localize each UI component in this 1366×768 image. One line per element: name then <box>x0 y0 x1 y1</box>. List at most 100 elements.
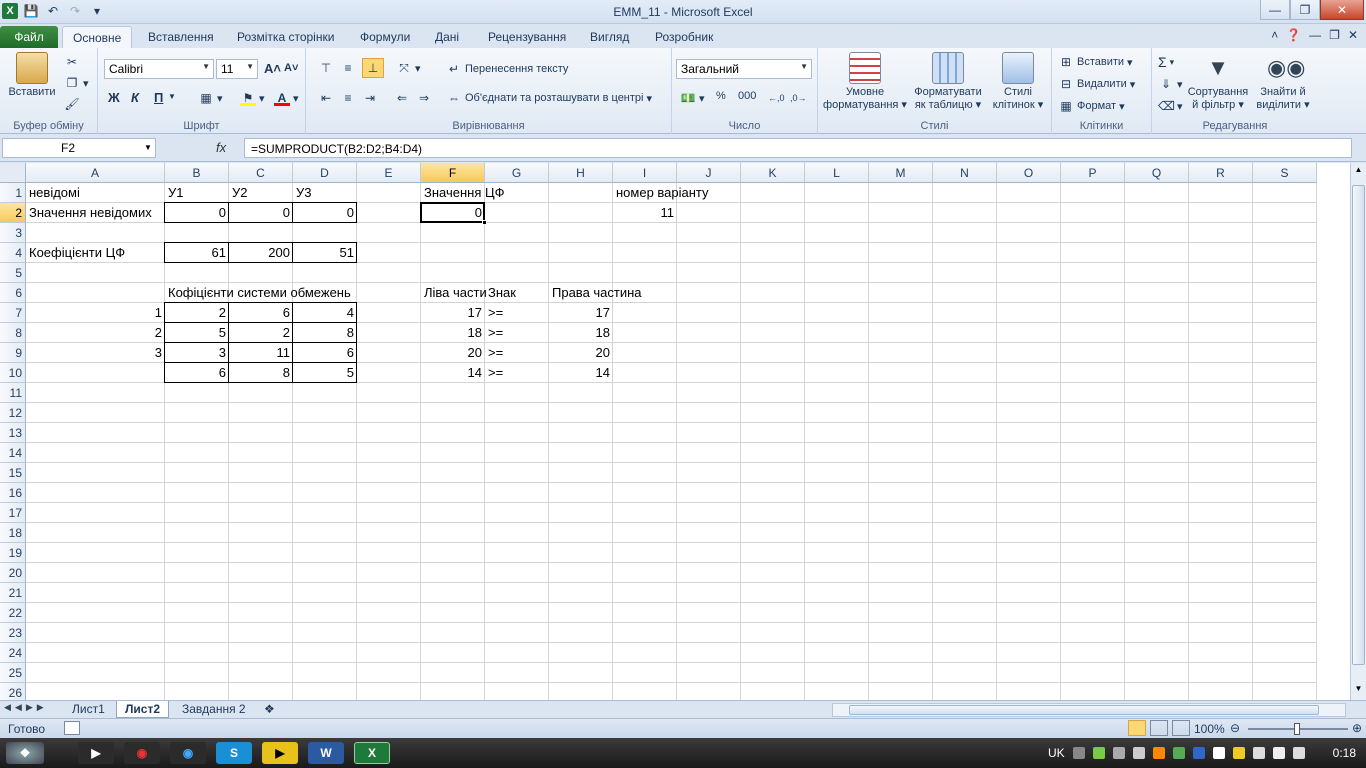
tab-data[interactable]: Дані <box>425 26 469 48</box>
column-header-i[interactable]: I <box>613 163 677 183</box>
cell-c4[interactable]: 200 <box>229 243 293 263</box>
cell-a9[interactable]: 3 <box>26 343 165 363</box>
doc-restore-icon[interactable]: ❐ <box>1329 28 1340 42</box>
name-box-dropdown-icon[interactable]: ▼ <box>144 143 152 152</box>
column-header-j[interactable]: J <box>677 163 741 183</box>
doc-minimize-icon[interactable]: — <box>1309 28 1321 42</box>
row-header-9[interactable]: 9 <box>0 343 26 363</box>
cut-icon[interactable]: ✂ <box>64 54 80 70</box>
cell-d1[interactable]: У3 <box>293 183 357 203</box>
font-size-select[interactable]: 11 ▼ <box>216 59 258 79</box>
column-header-m[interactable]: M <box>869 163 933 183</box>
horizontal-scroll-thumb[interactable] <box>849 705 1319 715</box>
tab-home[interactable]: Основне <box>62 26 133 48</box>
cell-b9[interactable]: 3 <box>165 343 229 363</box>
row-header-11[interactable]: 11 <box>0 383 26 403</box>
active-cell-selection[interactable] <box>420 202 485 223</box>
excel-taskbar-icon[interactable]: X <box>354 742 390 764</box>
page-break-view-icon[interactable] <box>1172 720 1190 736</box>
cell-g10[interactable]: >= <box>485 363 549 383</box>
column-header-f[interactable]: F <box>421 163 485 183</box>
column-header-c[interactable]: C <box>229 163 293 183</box>
row-header-20[interactable]: 20 <box>0 563 26 583</box>
row-header-12[interactable]: 12 <box>0 403 26 423</box>
conditional-formatting-button[interactable]: Умовне форматування ▾ <box>822 52 908 112</box>
format-cells-button[interactable]: ▦ Формат ▾ <box>1058 98 1124 114</box>
volume-icon[interactable] <box>1132 747 1145 759</box>
column-header-p[interactable]: P <box>1061 163 1125 183</box>
doc-close-icon[interactable]: ✕ <box>1348 28 1358 42</box>
align-middle-icon[interactable]: ≡ <box>340 60 356 76</box>
row-header-13[interactable]: 13 <box>0 423 26 443</box>
cell-a2[interactable]: Значення невідомих <box>26 203 165 223</box>
number-format-select[interactable]: Загальний ▼ <box>676 59 812 79</box>
battery-icon[interactable] <box>1272 747 1285 759</box>
tab-insert[interactable]: Вставлення <box>138 26 224 48</box>
tray-icon-2[interactable] <box>1092 747 1105 759</box>
tray-icon-8[interactable] <box>1212 747 1225 759</box>
tray-icon-5[interactable] <box>1152 747 1165 759</box>
page-layout-view-icon[interactable] <box>1150 720 1168 736</box>
cell-d7[interactable]: 4 <box>293 303 357 323</box>
select-all-corner[interactable] <box>0 163 26 183</box>
cell-b8[interactable]: 5 <box>165 323 229 343</box>
cell-f6[interactable]: Ліва части <box>421 283 487 303</box>
sheet-tab-2[interactable]: Лист2 <box>116 701 170 718</box>
cell-f8[interactable]: 18 <box>421 323 485 343</box>
format-painter-icon[interactable]: 🖌 <box>64 96 80 112</box>
percent-button[interactable]: % <box>716 90 726 102</box>
cell-d9[interactable]: 6 <box>293 343 357 363</box>
tab-page-layout[interactable]: Розмітка сторінки <box>227 26 344 48</box>
spreadsheet-grid[interactable]: A B C D E F G H I J K L M N O P Q R S 1 2 3 4 5 6 7 8 9 10 11 12 13 14 15… <box>0 163 1350 700</box>
zoom-slider-thumb[interactable] <box>1294 723 1300 735</box>
insert-function-icon[interactable]: fx <box>216 140 226 155</box>
cell-b6[interactable]: Кофіцієнти системи обмежень <box>165 283 351 303</box>
torrent-icon[interactable] <box>1172 747 1185 759</box>
borders-icon[interactable]: ▦ ▾ <box>198 90 222 106</box>
accounting-format-icon[interactable]: 💵 ▾ <box>680 90 705 106</box>
zoom-level[interactable]: 100% <box>1194 722 1225 736</box>
row-header-23[interactable]: 23 <box>0 623 26 643</box>
cell-f7[interactable]: 17 <box>421 303 485 323</box>
row-header-21[interactable]: 21 <box>0 583 26 603</box>
wrap-text-button[interactable]: ↵ Перенесення тексту <box>446 61 568 77</box>
cell-h6[interactable]: Права частина <box>549 283 642 303</box>
cell-a1[interactable]: невідомі <box>26 183 165 203</box>
tab-developer[interactable]: Розробник <box>645 26 723 48</box>
new-sheet-icon[interactable]: ❖ <box>256 701 283 718</box>
insert-cells-button[interactable]: ⊞ Вставити ▾ <box>1058 54 1133 70</box>
delete-cells-button[interactable]: ⊟ Видалити ▾ <box>1058 76 1135 92</box>
cell-b4[interactable]: 61 <box>165 243 229 263</box>
font-name-select[interactable]: Calibri ▼ <box>104 59 214 79</box>
vertical-scroll-thumb[interactable] <box>1352 185 1365 665</box>
column-header-o[interactable]: O <box>997 163 1061 183</box>
cell-d2[interactable]: 0 <box>293 203 357 223</box>
row-header-14[interactable]: 14 <box>0 443 26 463</box>
cell-c10[interactable]: 8 <box>229 363 293 383</box>
zoom-out-icon[interactable]: ⊖ <box>1230 721 1240 735</box>
sheet-tab-1[interactable]: Лист1 <box>64 701 113 718</box>
tray-icon-9[interactable] <box>1232 747 1245 759</box>
cell-f1[interactable]: Значення ЦФ <box>421 183 505 203</box>
column-header-q[interactable]: Q <box>1125 163 1189 183</box>
column-header-d[interactable]: D <box>293 163 357 183</box>
row-header-2[interactable]: 2 <box>0 203 26 223</box>
cell-a8[interactable]: 2 <box>26 323 165 343</box>
thousands-button[interactable]: 000 <box>738 90 756 102</box>
row-header-18[interactable]: 18 <box>0 523 26 543</box>
media-app-icon[interactable]: ▶ <box>262 742 298 764</box>
cell-d8[interactable]: 8 <box>293 323 357 343</box>
italic-button[interactable]: К <box>131 90 139 105</box>
column-header-b[interactable]: B <box>165 163 229 183</box>
zoom-slider[interactable] <box>1248 723 1348 735</box>
row-header-15[interactable]: 15 <box>0 463 26 483</box>
cell-c1[interactable]: У2 <box>229 183 293 203</box>
collapse-ribbon-icon[interactable]: ˄ <box>1271 28 1278 42</box>
scroll-down-icon[interactable]: ▼ <box>1352 684 1365 698</box>
word-icon[interactable]: W <box>308 742 344 764</box>
tab-formulas[interactable]: Формули <box>350 26 420 48</box>
browser-icon[interactable]: ◉ <box>170 742 206 764</box>
column-header-n[interactable]: N <box>933 163 997 183</box>
cell-g8[interactable]: >= <box>485 323 549 343</box>
tray-icon-7[interactable] <box>1192 747 1205 759</box>
